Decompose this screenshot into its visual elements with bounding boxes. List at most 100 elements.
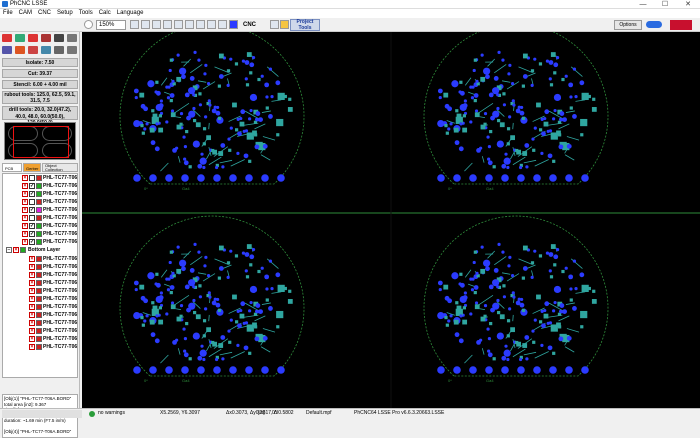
rotate-icon[interactable] xyxy=(218,20,227,29)
layer-color-swatch[interactable] xyxy=(36,231,42,237)
minimize-button[interactable]: — xyxy=(632,0,654,9)
layer-color-swatch[interactable] xyxy=(36,264,42,270)
machine-icon[interactable] xyxy=(270,20,279,29)
layer-remove-icon[interactable]: × xyxy=(22,239,28,245)
layer-remove-icon[interactable]: × xyxy=(29,328,35,334)
unit-display[interactable]: [in] xyxy=(258,409,265,418)
align-tool-icon[interactable] xyxy=(41,46,51,54)
machine-file[interactable]: Default.mpf xyxy=(306,409,332,418)
zoom-icon[interactable] xyxy=(84,20,93,29)
layer-row[interactable]: ×PHL-TC77-T06A xyxy=(3,343,78,351)
layer-remove-icon[interactable]: × xyxy=(22,207,28,213)
stencil-button[interactable]: Stencil: 6.00 + 4.00 mil xyxy=(2,80,78,89)
drill-tool-icon[interactable] xyxy=(54,34,64,42)
layer-tool-icon[interactable] xyxy=(2,46,12,54)
layer-visible-checkbox[interactable]: ✓ xyxy=(29,207,35,213)
layer-color-swatch[interactable] xyxy=(36,191,42,197)
collapse-icon[interactable]: − xyxy=(6,247,12,253)
layer-color-swatch[interactable] xyxy=(36,239,42,245)
layer-remove-icon[interactable]: × xyxy=(29,280,35,286)
overview-preview[interactable] xyxy=(4,122,76,160)
layer-color-swatch[interactable] xyxy=(36,312,42,318)
layer-color-swatch[interactable] xyxy=(36,304,42,310)
layer-remove-icon[interactable]: × xyxy=(29,264,35,270)
maximize-button[interactable]: ☐ xyxy=(654,0,676,9)
panel-tool-icon[interactable] xyxy=(54,46,64,54)
layer-remove-icon[interactable]: × xyxy=(22,183,28,189)
menu-tools[interactable]: Tools xyxy=(76,9,96,17)
layer-row[interactable]: ×✓PHL-TC77-T06A xyxy=(3,222,78,230)
zoom-in-icon[interactable] xyxy=(130,20,139,29)
layer-row[interactable]: ×PHL-TC77-T06A xyxy=(3,263,78,271)
rubout-tool-icon[interactable] xyxy=(41,34,51,42)
layer-visible-checkbox[interactable]: ✓ xyxy=(29,191,35,197)
layer-remove-icon[interactable]: × xyxy=(22,215,28,221)
layer-remove-icon[interactable]: × xyxy=(29,296,35,302)
drill-button[interactable]: drill tools: 20.0, 32.0(47.2), 40.0, 48.… xyxy=(2,106,78,120)
layer-remove-icon[interactable]: × xyxy=(29,288,35,294)
layer-row[interactable]: ×PHL-TC77-T06A xyxy=(3,214,78,222)
layer-visible-checkbox[interactable] xyxy=(29,215,35,221)
zoom-window-icon[interactable] xyxy=(163,20,172,29)
bottom-layer-group[interactable]: −×Bottom Layer xyxy=(3,246,78,254)
layer-color-swatch[interactable] xyxy=(36,207,42,213)
layer-row[interactable]: ×PHL-TC77-T06A xyxy=(3,311,78,319)
layer-color-swatch[interactable] xyxy=(36,223,42,229)
layer-row[interactable]: ×PHL-TC77-T06A xyxy=(3,271,78,279)
zoom-out-icon[interactable] xyxy=(141,20,150,29)
layer-row[interactable]: ×✓PHL-TC77-T06A xyxy=(3,190,78,198)
menu-file[interactable]: File xyxy=(0,9,16,17)
project-tools-button[interactable]: Project Tools xyxy=(290,19,320,31)
layers-icon[interactable] xyxy=(207,20,216,29)
tab-pcb[interactable]: PCB xyxy=(2,163,22,172)
layer-remove-icon[interactable]: × xyxy=(22,223,28,229)
pcb-drawing[interactable]: 0*Ga40*Ga40*Ga40*Ga4 xyxy=(82,32,700,408)
zoom-select[interactable]: 150% xyxy=(96,20,126,30)
menu-cam[interactable]: CAM xyxy=(16,9,35,17)
layer-color-swatch[interactable] xyxy=(20,247,26,253)
isolate-tool-icon[interactable] xyxy=(2,34,12,42)
menu-language[interactable]: Language xyxy=(114,9,147,17)
layer-visible-checkbox[interactable] xyxy=(29,175,35,181)
layer-row[interactable]: ×PHL-TC77-T06A xyxy=(3,279,78,287)
layer-row[interactable]: ×PHL-TC77-T06A xyxy=(3,198,78,206)
layer-remove-icon[interactable]: × xyxy=(22,231,28,237)
grid-icon[interactable] xyxy=(196,20,205,29)
layer-remove-icon[interactable]: × xyxy=(29,272,35,278)
menu-setup[interactable]: Setup xyxy=(54,9,76,17)
layer-color-swatch[interactable] xyxy=(36,280,42,286)
layer-color-swatch[interactable] xyxy=(36,215,42,221)
settings-tool-icon[interactable] xyxy=(67,34,77,42)
layer-remove-icon[interactable]: × xyxy=(29,336,35,342)
layer-visible-checkbox[interactable] xyxy=(29,199,35,205)
pcb-canvas[interactable]: 0*Ga40*Ga40*Ga40*Ga4 xyxy=(82,32,700,408)
layer-color-swatch[interactable] xyxy=(36,272,42,278)
layer-remove-icon[interactable]: × xyxy=(29,312,35,318)
layer-row[interactable]: ×✓PHL-TC77-T06A xyxy=(3,182,78,190)
view-toggle[interactable] xyxy=(646,21,662,28)
layer-visible-checkbox[interactable]: ✓ xyxy=(29,183,35,189)
layer-remove-icon[interactable]: × xyxy=(22,175,28,181)
layer-color-swatch[interactable] xyxy=(36,175,42,181)
layer-remove-icon[interactable]: × xyxy=(29,344,35,350)
layer-remove-icon[interactable]: × xyxy=(29,304,35,310)
layer-remove-icon[interactable]: × xyxy=(29,256,35,262)
layer-row[interactable]: ×PHL-TC77-T06A xyxy=(3,255,78,263)
layer-visible-checkbox[interactable]: ✓ xyxy=(29,239,35,245)
layer-remove-icon[interactable]: × xyxy=(29,320,35,326)
options-button[interactable]: Options xyxy=(614,20,642,30)
gear-icon[interactable] xyxy=(280,20,289,29)
tab-gerber[interactable]: Gerber xyxy=(23,163,41,172)
layer-color-swatch[interactable] xyxy=(36,296,42,302)
menu-calc[interactable]: Calc xyxy=(96,9,114,17)
layer-remove-icon[interactable]: × xyxy=(13,247,19,253)
layer-row[interactable]: ×PHL-TC77-T06A xyxy=(3,174,78,182)
layer-color-swatch[interactable] xyxy=(36,256,42,262)
color-icon[interactable] xyxy=(229,20,238,29)
layer-row[interactable]: ×✓PHL-TC77-T06A xyxy=(3,238,78,246)
layer-visible-checkbox[interactable]: ✓ xyxy=(29,231,35,237)
layer-remove-icon[interactable]: × xyxy=(22,191,28,197)
layer-color-swatch[interactable] xyxy=(36,183,42,189)
layer-color-swatch[interactable] xyxy=(36,336,42,342)
cut-tool-icon[interactable] xyxy=(15,34,25,42)
